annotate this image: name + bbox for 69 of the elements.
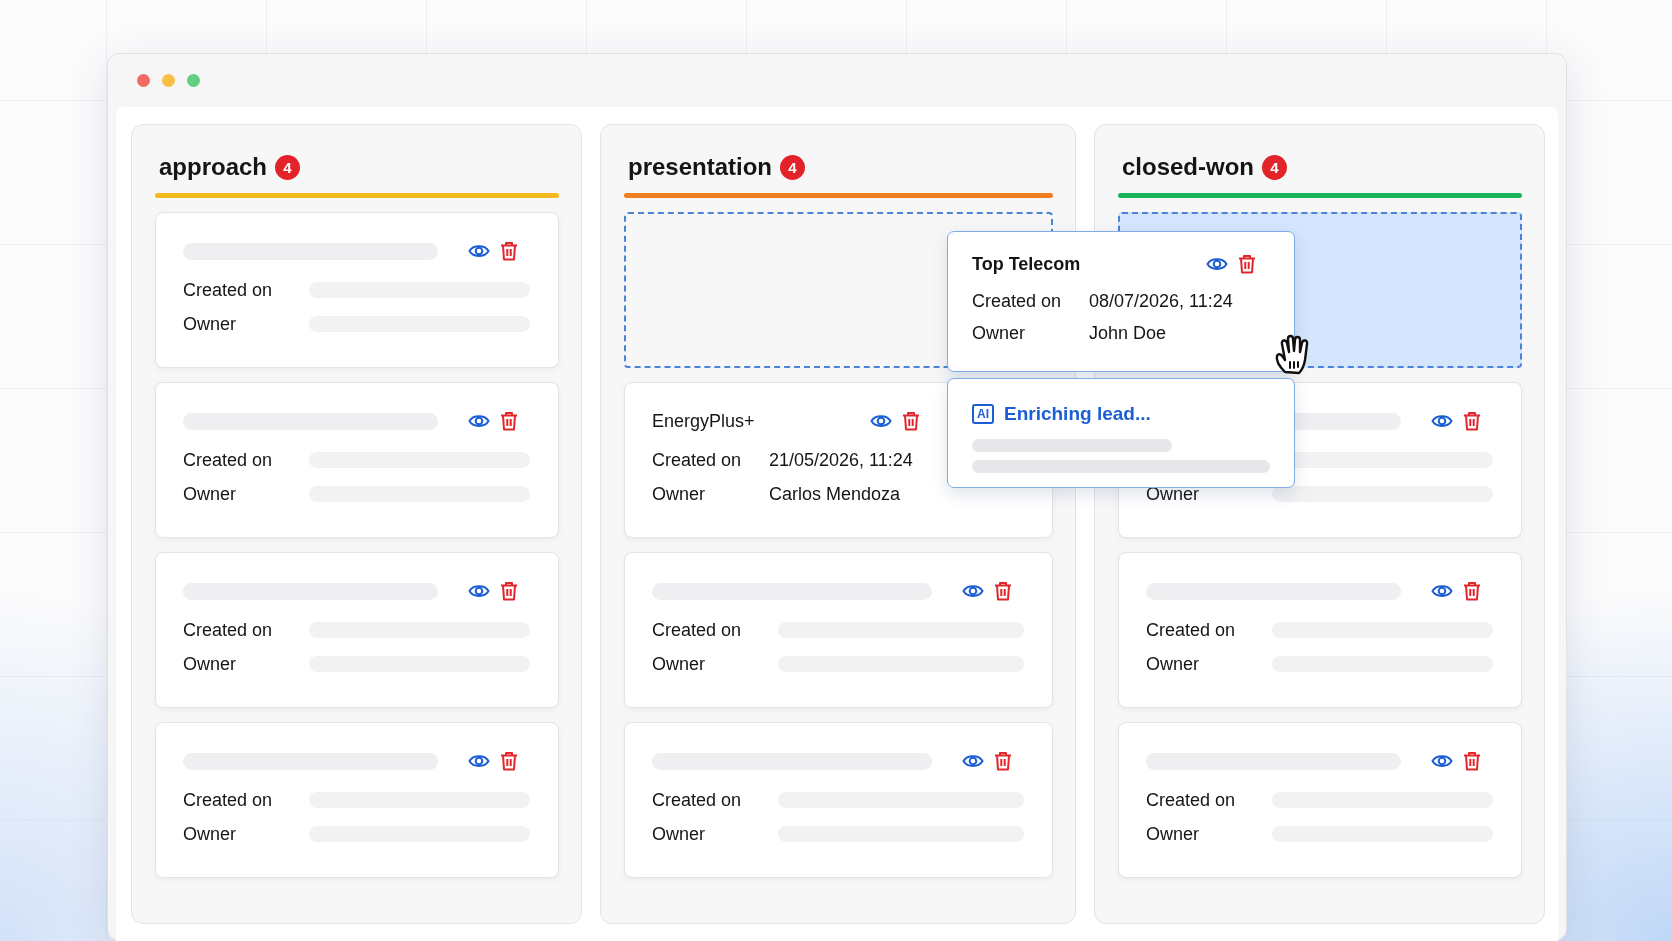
grab-cursor-icon [1273,332,1311,376]
trash-icon[interactable] [500,751,518,771]
lead-name: EnergyPlus+ [652,410,755,432]
dragged-lead-card[interactable]: Top Telecom Created on 08/07/2026, 11:24 Owner John Doe [947,231,1295,372]
view-icon[interactable] [468,582,490,600]
field-label: Owner [183,313,237,335]
lead-card[interactable]: Created on Owner [155,212,559,368]
trash-icon[interactable] [1238,254,1256,274]
trash-icon[interactable] [994,751,1012,771]
field-value: Carlos Mendoza [769,483,901,505]
trash-icon[interactable] [500,581,518,601]
ai-badge: AI [972,404,994,424]
minimize-dot[interactable] [162,74,175,87]
field-label: Owner [652,823,706,845]
zoom-dot[interactable] [187,74,200,87]
close-dot[interactable] [137,74,150,87]
field-value: 21/05/2026, 11:24 [769,449,913,471]
field-value: 08/07/2026, 11:24 [1089,290,1233,312]
view-icon[interactable] [468,412,490,430]
count-badge: 4 [275,154,301,180]
count-badge: 4 [780,154,806,180]
trash-icon[interactable] [500,411,518,431]
field-label: Created on [652,789,743,811]
view-icon[interactable] [1431,752,1453,770]
field-label: Created on [652,449,743,471]
field-label: Created on [1146,789,1237,811]
view-icon[interactable] [870,412,892,430]
field-label: Owner [972,322,1026,344]
field-label: Owner [1146,653,1200,675]
trash-icon[interactable] [994,581,1012,601]
view-icon[interactable] [1431,582,1453,600]
field-value: John Doe [1089,322,1167,344]
field-label: Created on [1146,619,1237,641]
lead-card[interactable]: Created on Owner [1118,722,1522,878]
field-label: Created on [972,290,1063,312]
lead-card[interactable]: Created on Owner [1118,552,1522,708]
trash-icon[interactable] [902,411,920,431]
field-label: Owner [183,653,237,675]
field-label: Created on [183,619,274,641]
field-label: Owner [652,653,706,675]
field-label: Owner [183,823,237,845]
trash-icon[interactable] [500,241,518,261]
lead-card[interactable]: Created on Owner [624,722,1053,878]
view-icon[interactable] [1206,255,1228,273]
lead-name: Top Telecom [972,253,1081,275]
view-icon[interactable] [962,752,984,770]
field-label: Owner [652,483,706,505]
view-icon[interactable] [962,582,984,600]
count-badge: 4 [1262,154,1287,180]
lead-card[interactable]: Created on Owner [155,722,559,878]
field-label: Created on [652,619,743,641]
view-icon[interactable] [468,752,490,770]
view-icon[interactable] [468,242,490,260]
lead-card[interactable]: Created on Owner [155,382,559,538]
field-label: Created on [183,279,274,301]
field-label: Owner [183,483,237,505]
trash-icon[interactable] [1463,581,1481,601]
field-label: Owner [1146,823,1200,845]
column-title: closed-won [1122,153,1254,181]
field-label: Owner [1146,483,1200,505]
lead-card[interactable]: Created on Owner [155,552,559,708]
trash-icon[interactable] [1463,411,1481,431]
field-label: Created on [183,449,274,471]
view-icon[interactable] [1431,412,1453,430]
trash-icon[interactable] [1463,751,1481,771]
field-label: Created on [183,789,274,811]
column-title: approach [159,153,268,181]
lead-card[interactable]: Created on Owner [624,552,1053,708]
column-title: presentation [628,153,773,181]
